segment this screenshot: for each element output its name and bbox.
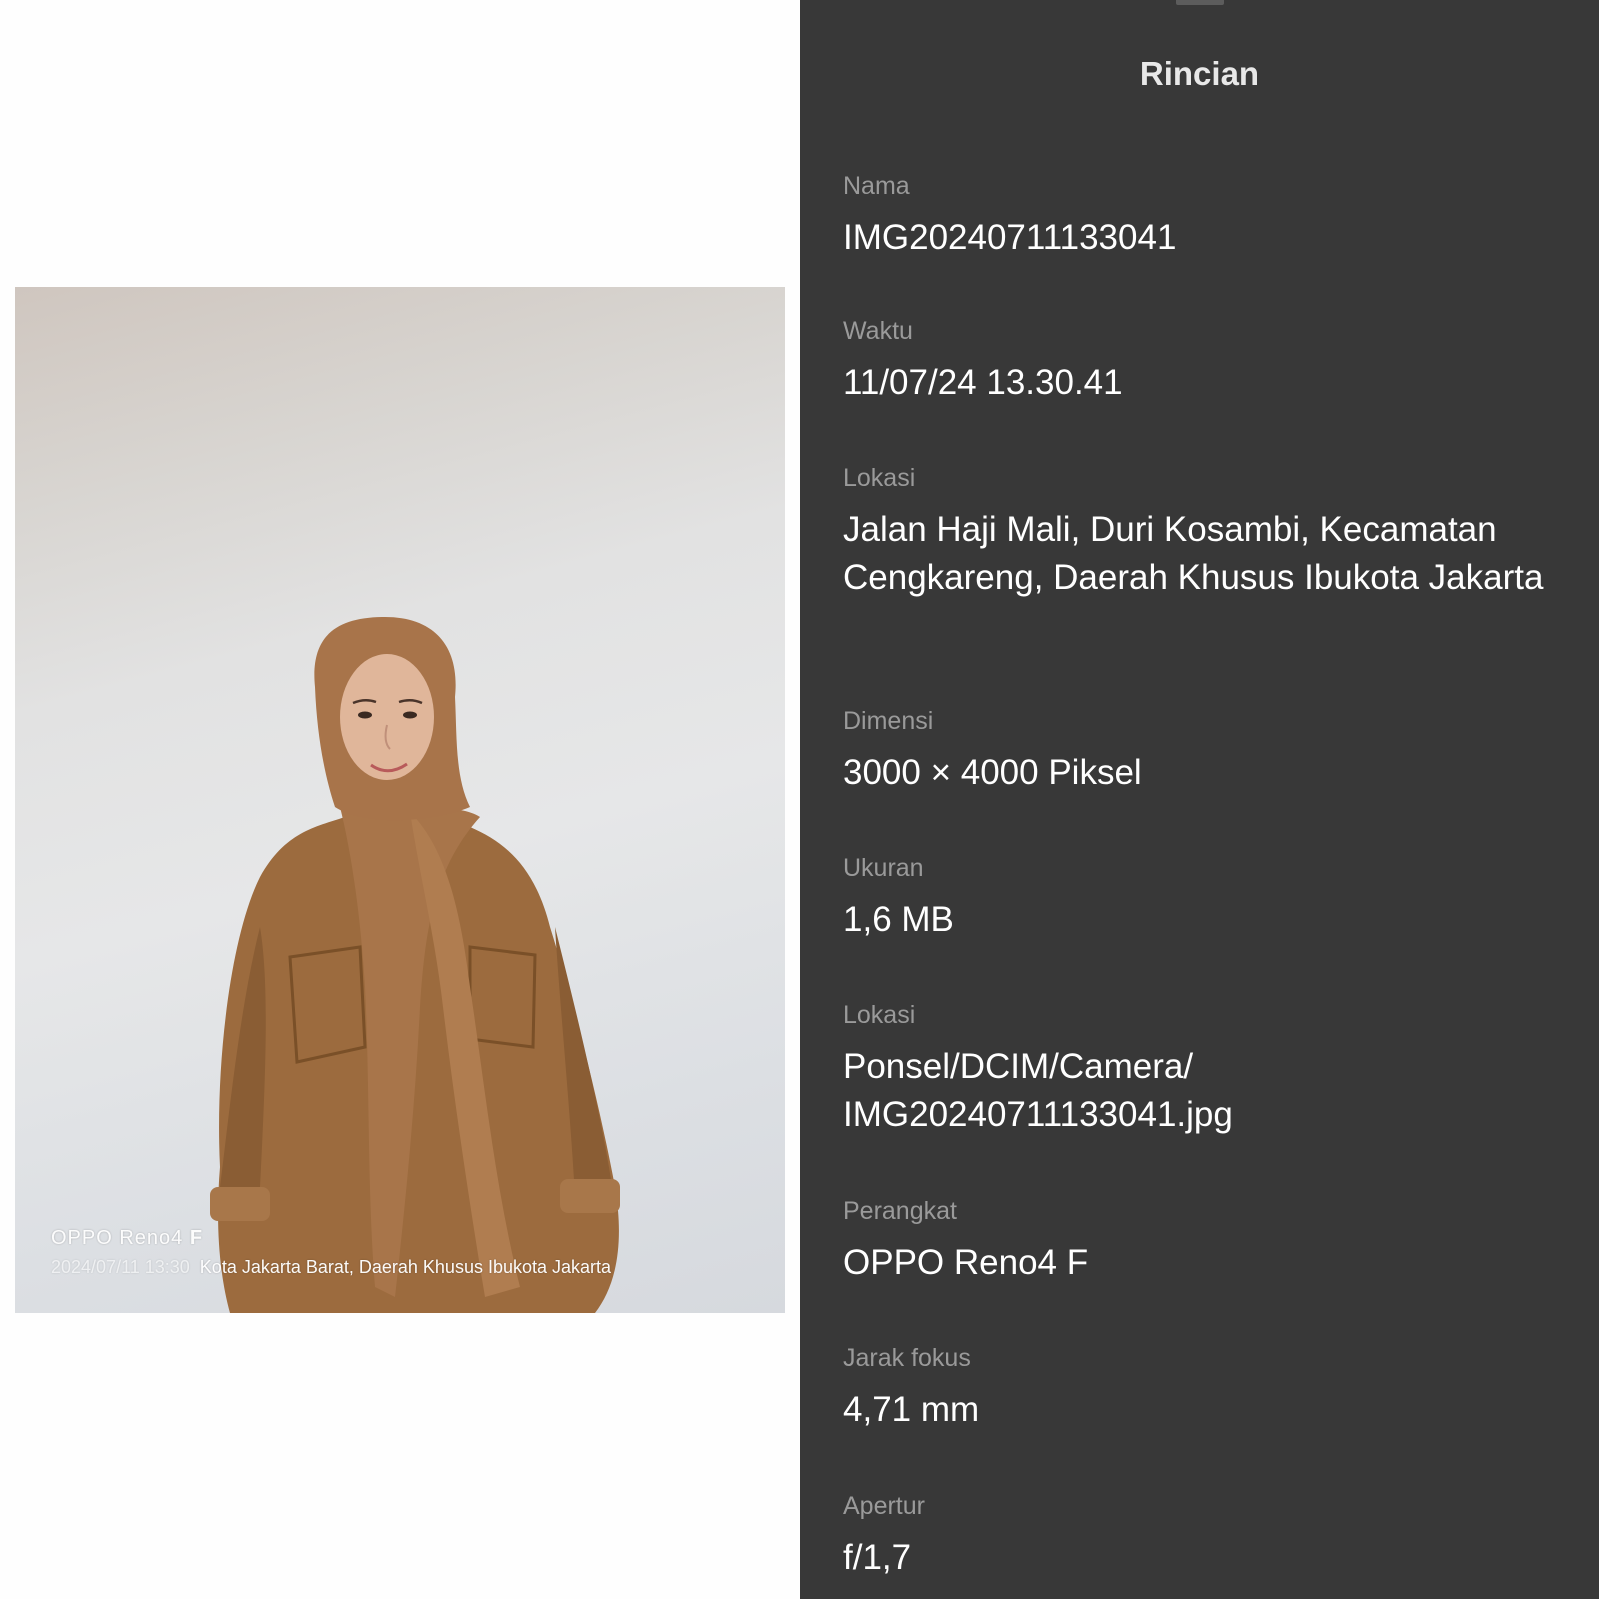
detail-label: Perangkat [843, 1197, 957, 1225]
detail-label: Ukuran [843, 854, 924, 882]
detail-label: Dimensi [843, 707, 934, 735]
detail-value[interactable]: IMG20240711133041 [843, 214, 1563, 262]
panel-title: Rincian [1139, 55, 1260, 92]
detail-label: Waktu [843, 317, 913, 345]
photo-viewer[interactable]: OPPO Reno4 F 2024/07/11 13:30 Kota Jakart… [0, 0, 800, 1599]
detail-value[interactable]: f/1,7 [843, 1534, 1563, 1582]
detail-location: Lokasi Jalan Haji Mali, Duri Kosambi, Ke… [843, 462, 1563, 602]
detail-aperture: Apertur f/1,7 [843, 1490, 1563, 1582]
drag-handle[interactable] [1176, 0, 1224, 5]
detail-name: Nama IMG20240711133041 [843, 170, 1563, 262]
detail-label: Nama [843, 172, 910, 200]
details-panel: Rincian Nama IMG20240711133041 Waktu 11/… [800, 0, 1599, 1599]
detail-label: Lokasi [843, 1001, 916, 1029]
watermark-datetime: 2024/07/11 13:30 [51, 1257, 190, 1277]
detail-value[interactable]: Jalan Haji Mali, Duri Kosambi, Kecamatan… [843, 506, 1563, 602]
photo-image[interactable]: OPPO Reno4 F 2024/07/11 13:30 Kota Jakart… [15, 287, 785, 1313]
detail-value[interactable]: 1,6 MB [843, 896, 1563, 944]
detail-value[interactable]: OPPO Reno4 F [843, 1239, 1563, 1287]
detail-label: Apertur [843, 1492, 925, 1520]
watermark-brand: OPPO Reno4 [51, 1227, 184, 1249]
detail-value[interactable]: 3000 × 4000 Piksel [843, 749, 1563, 797]
detail-path: Lokasi Ponsel/DCIM/Camera/ IMG2024071113… [843, 999, 1563, 1139]
photo-watermark-info: 2024/07/11 13:30 Kota Jakarta Barat, Daer… [51, 1257, 611, 1278]
detail-value[interactable]: 4,71 mm [843, 1386, 1563, 1434]
detail-device: Perangkat OPPO Reno4 F [843, 1195, 1563, 1287]
detail-label: Jarak fokus [843, 1344, 971, 1372]
detail-focal-length: Jarak fokus 4,71 mm [843, 1342, 1563, 1434]
watermark-place: Kota Jakarta Barat, Daerah Khusus Ibukot… [199, 1257, 612, 1277]
watermark-model-suffix: F [189, 1227, 204, 1249]
detail-value[interactable]: 11/07/24 13.30.41 [843, 359, 1563, 407]
detail-dimensions: Dimensi 3000 × 4000 Piksel [843, 705, 1563, 797]
gallery-screen: OPPO Reno4 F 2024/07/11 13:30 Kota Jakart… [0, 0, 1599, 1599]
detail-value[interactable]: Ponsel/DCIM/Camera/ IMG20240711133041.jp… [843, 1043, 1563, 1139]
photo-watermark-brand: OPPO Reno4 F [51, 1227, 203, 1250]
detail-size: Ukuran 1,6 MB [843, 852, 1563, 944]
portrait-figure [210, 617, 620, 1313]
detail-time: Waktu 11/07/24 13.30.41 [843, 315, 1563, 407]
detail-label: Lokasi [843, 464, 916, 492]
